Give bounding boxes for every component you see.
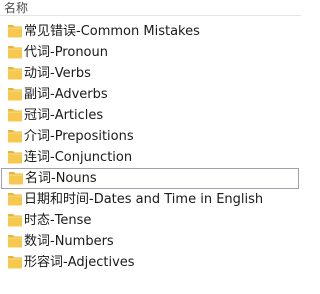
- folder-label: 常见错误-Common Mistakes: [24, 24, 200, 39]
- folder-label: 副词-Adverbs: [24, 87, 108, 102]
- folder-row[interactable]: 形容词-Adjectives: [0, 252, 301, 273]
- folder-label: 形容词-Adjectives: [24, 255, 135, 270]
- folder-icon: [9, 172, 23, 185]
- name-column-label: 名称: [4, 1, 29, 15]
- folder-row[interactable]: 名词-Nouns: [1, 168, 299, 189]
- folder-row[interactable]: 常见错误-Common Mistakes: [0, 21, 301, 42]
- folder-label: 连词-Conjunction: [24, 150, 133, 165]
- folder-icon: [8, 46, 22, 59]
- folder-label: 冠词-Articles: [24, 108, 104, 123]
- folder-label: 动词-Verbs: [24, 66, 91, 81]
- folder-icon: [8, 88, 22, 101]
- folder-row[interactable]: 连词-Conjunction: [0, 147, 301, 168]
- folder-label: 数词-Numbers: [24, 234, 114, 249]
- file-explorer-pane: 名称 常见错误-Common Mistakes 代词-Pronoun 动词-Verb…: [0, 0, 301, 294]
- folder-list: 常见错误-Common Mistakes 代词-Pronoun 动词-Verbs 副词…: [0, 21, 301, 273]
- folder-row[interactable]: 副词-Adverbs: [0, 84, 301, 105]
- folder-icon: [8, 25, 22, 38]
- folder-label: 介词-Prepositions: [24, 129, 134, 144]
- folder-icon: [8, 109, 22, 122]
- folder-icon: [8, 193, 22, 206]
- folder-icon: [8, 214, 22, 227]
- folder-row[interactable]: 日期和时间-Dates and Time in English: [0, 189, 301, 210]
- folder-label: 名词-Nouns: [25, 171, 97, 186]
- folder-label: 日期和时间-Dates and Time in English: [24, 192, 264, 207]
- folder-row[interactable]: 时态-Tense: [0, 210, 301, 231]
- folder-icon: [8, 67, 22, 80]
- folder-icon: [8, 130, 22, 143]
- folder-icon: [8, 235, 22, 248]
- folder-row[interactable]: 介词-Prepositions: [0, 126, 301, 147]
- folder-row[interactable]: 代词-Pronoun: [0, 42, 301, 63]
- folder-row[interactable]: 数词-Numbers: [0, 231, 301, 252]
- folder-label: 代词-Pronoun: [24, 45, 108, 60]
- folder-icon: [8, 256, 22, 269]
- name-column-header[interactable]: 名称: [0, 0, 301, 16]
- folder-icon: [8, 151, 22, 164]
- folder-row[interactable]: 动词-Verbs: [0, 63, 301, 84]
- folder-row[interactable]: 冠词-Articles: [0, 105, 301, 126]
- folder-label: 时态-Tense: [24, 213, 92, 228]
